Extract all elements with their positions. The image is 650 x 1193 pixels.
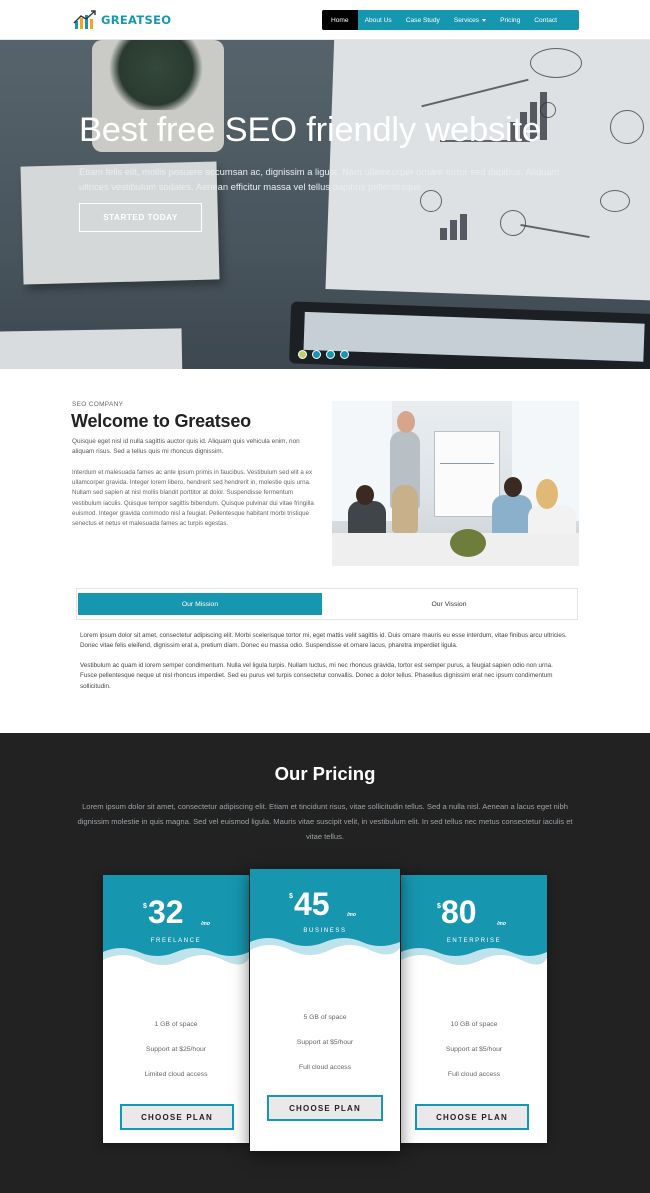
pricing-title: Our Pricing (274, 763, 376, 784)
plan-feature: 10 GB of space (450, 1021, 498, 1028)
plan-feature: Support at $5/hour (445, 1046, 503, 1053)
nav-item-home[interactable]: Home (322, 10, 358, 30)
choose-plan-button[interactable]: CHOOSE PLAN (415, 1104, 529, 1130)
welcome-intro: Quisque eget nisl id nulla sagittis auct… (72, 438, 300, 456)
choose-plan-button[interactable]: CHOOSE PLAN (120, 1104, 234, 1130)
brand-name: GREATSEO (101, 13, 172, 27)
wave-decoration (103, 948, 249, 972)
currency-symbol: $ (143, 903, 147, 910)
plan-feature: 5 GB of space (303, 1014, 347, 1021)
office-meeting-photo (332, 401, 579, 566)
welcome-title: Welcome to Greatseo (71, 411, 251, 431)
choose-plan-button[interactable]: CHOOSE PLAN (267, 1095, 383, 1121)
started-today-button[interactable]: STARTED TODAY (79, 203, 202, 232)
plan-feature: 1 GB of space (154, 1021, 198, 1028)
tab-our-mission[interactable]: Our Mission (78, 593, 322, 615)
slider-dot-2[interactable] (312, 350, 321, 359)
nav-item-contact[interactable]: Contact (527, 10, 564, 30)
section-label: SEO COMPANY (72, 401, 124, 408)
plan-price: 45 (294, 886, 330, 922)
nav-item-services-label: Services (453, 16, 480, 24)
brand-logo[interactable]: GREATSEO (73, 9, 171, 31)
plan-period: /mo (497, 921, 506, 927)
welcome-body: Interdum et malesuada fames ac ante ipsu… (72, 469, 314, 528)
top-navbar: GREATSEO Home About Us Case Study Servic… (0, 0, 650, 40)
plan-price: 32 (148, 894, 184, 930)
mission-vision-tabs: Our Mission Our Vission (76, 588, 578, 620)
chart-logo-icon (73, 10, 96, 29)
pricing-card-enterprise: $ 80 /mo ENTERPRISE 10 GB of space Suppo… (401, 875, 547, 1143)
tab-our-vision[interactable]: Our Vission (322, 593, 576, 615)
wave-decoration (250, 938, 400, 962)
caret-down-icon (482, 18, 487, 22)
tab-paragraph-2: Vestibulum ac quam id lorem semper condi… (80, 662, 553, 690)
nav-item-services[interactable]: Services (447, 10, 493, 30)
slider-dot-3[interactable] (326, 350, 335, 359)
plan-price: 80 (441, 894, 477, 930)
pricing-description: Lorem ipsum dolor sit amet, consectetur … (77, 802, 573, 841)
slider-dot-4[interactable] (340, 350, 349, 359)
plan-period: /mo (201, 921, 210, 927)
nav-item-pricing[interactable]: Pricing (493, 10, 527, 30)
main-menu: Home About Us Case Study Services Pricin… (322, 10, 579, 30)
nav-item-about-us[interactable]: About Us (358, 10, 399, 30)
plan-period: /mo (347, 912, 356, 918)
plan-feature: Limited cloud access (144, 1071, 208, 1078)
plan-feature: Support at $25/hour (145, 1046, 207, 1053)
slider-dot-1[interactable] (298, 350, 307, 359)
pricing-section: Our Pricing Lorem ipsum dolor sit amet, … (0, 733, 650, 1193)
nav-item-case-study[interactable]: Case Study (399, 10, 447, 30)
wave-decoration (401, 948, 547, 972)
plan-feature: Full cloud access (447, 1071, 501, 1078)
plan-feature: Full cloud access (298, 1064, 352, 1071)
hero-description: Etiam felis elit, mollis posuere accumsa… (79, 166, 560, 192)
tab-paragraph-1: Lorem ipsum dolor sit amet, consectetur … (80, 632, 567, 650)
hero-slider: Best free SEO friendly website Etiam fel… (0, 40, 650, 369)
plan-feature: Support at $5/hour (296, 1039, 354, 1046)
slider-pagination (298, 350, 349, 359)
pricing-card-freelance: $ 32 /mo FREELANCE 1 GB of space Support… (103, 875, 249, 1143)
hero-title: Best free SEO friendly website (79, 111, 541, 149)
currency-symbol: $ (289, 893, 293, 900)
pricing-card-business: $ 45 /mo BUSINESS 5 GB of space Support … (250, 869, 400, 1151)
